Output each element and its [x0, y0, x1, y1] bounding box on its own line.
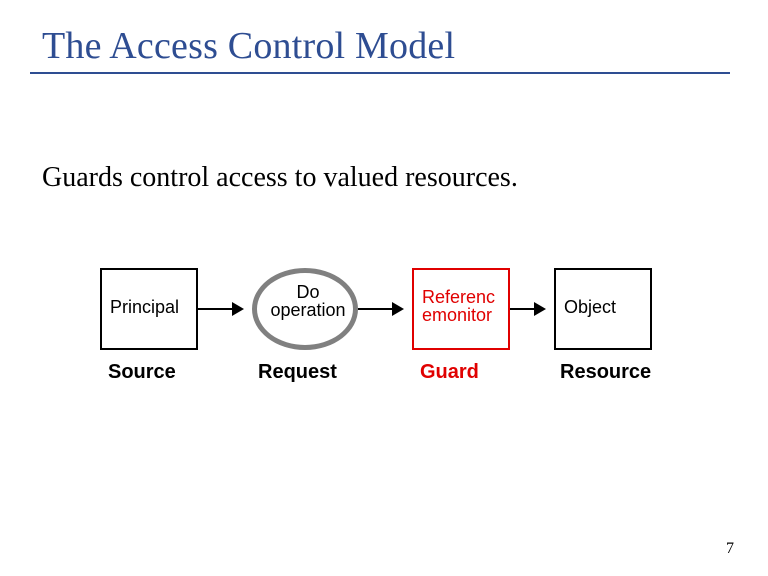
object-node: Object: [554, 268, 652, 350]
label-guard: Guard: [420, 362, 520, 383]
slide-subtitle: Guards control access to valued resource…: [42, 162, 518, 194]
reference-monitor-node: Referencemonitor: [412, 268, 510, 350]
label-resource: Resource: [560, 362, 660, 383]
arrow-monitor-to-object: [510, 308, 544, 310]
principal-node: Principal: [100, 268, 198, 350]
reference-monitor-text: Referencemonitor: [422, 288, 502, 324]
page-number: 7: [726, 540, 734, 558]
label-source: Source: [108, 362, 208, 383]
object-text: Object: [564, 298, 644, 316]
arrow-principal-to-operation: [198, 308, 242, 310]
principal-text: Principal: [110, 298, 190, 316]
title-underline: [30, 72, 730, 74]
slide-title: The Access Control Model: [42, 24, 455, 68]
access-control-diagram: Principal Do operation Referencemonitor …: [100, 258, 660, 438]
label-request: Request: [258, 362, 358, 383]
operation-text: Do operation: [262, 283, 354, 319]
slide: The Access Control Model Guards control …: [0, 0, 768, 576]
arrow-operation-to-monitor: [358, 308, 402, 310]
